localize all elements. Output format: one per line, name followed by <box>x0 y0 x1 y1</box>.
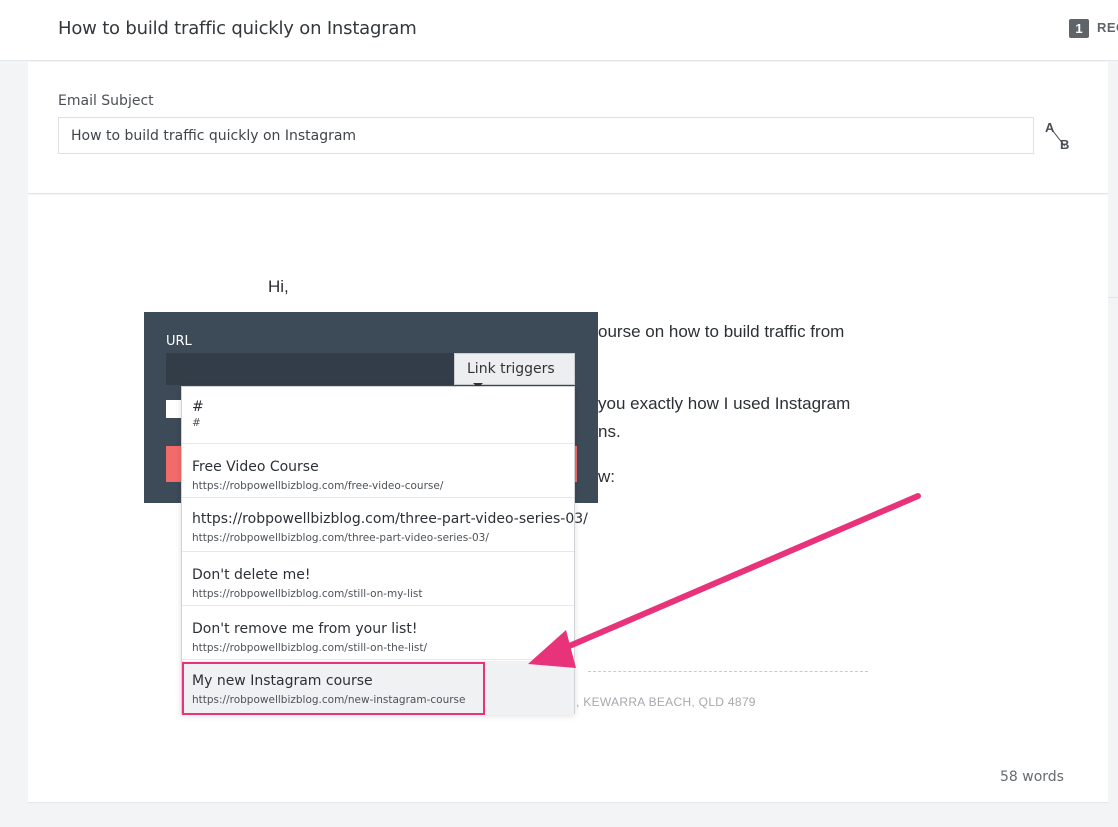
url-input[interactable] <box>166 353 454 385</box>
link-option[interactable]: Don't delete me! https://robpowellbizblo… <box>182 555 574 609</box>
ab-test-icon[interactable]: A B <box>1042 120 1076 154</box>
footer-address: , KEWARRA BEACH, QLD 4879 <box>576 695 756 709</box>
remove-link-button[interactable] <box>166 446 182 482</box>
link-triggers-label: Link triggers <box>467 361 555 377</box>
subject-input[interactable]: How to build traffic quickly on Instagra… <box>58 117 1034 154</box>
dropdown-divider <box>182 443 574 444</box>
email-title: How to build traffic quickly on Instagra… <box>58 18 417 39</box>
email-line-3[interactable]: w: <box>598 463 615 491</box>
link-option-url: https://robpowellbizblog.com/still-on-my… <box>192 588 423 600</box>
footer-divider <box>588 671 868 672</box>
link-triggers-button[interactable]: Link triggers <box>454 353 575 388</box>
link-option-name: Don't delete me! <box>192 567 311 583</box>
dropdown-divider <box>182 497 574 498</box>
link-option[interactable]: https://robpowellbizblog.com/three-part-… <box>182 499 588 553</box>
link-option-name: Don't remove me from your list! <box>192 621 418 637</box>
ab-test-b: B <box>1060 137 1070 152</box>
link-option[interactable]: Free Video Course https://robpowellbizbl… <box>182 447 574 501</box>
link-option[interactable]: Don't remove me from your list! https://… <box>182 609 574 663</box>
link-option-name: # <box>192 399 204 415</box>
dropdown-divider <box>182 605 574 606</box>
top-bar: How to build traffic quickly on Instagra… <box>0 0 1118 61</box>
link-option-url: https://robpowellbizblog.com/three-part-… <box>192 532 489 544</box>
subject-label: Email Subject <box>58 93 154 109</box>
subject-card: Email Subject How to build traffic quick… <box>28 62 1108 194</box>
link-option-url: https://robpowellbizblog.com/still-on-th… <box>192 642 428 654</box>
email-line-2a[interactable]: you exactly how I used Instagram <box>598 390 850 418</box>
url-label: URL <box>166 334 192 349</box>
recipient-label[interactable]: REC <box>1097 20 1118 35</box>
email-greeting[interactable]: Hi, <box>268 273 289 301</box>
link-option-name: Free Video Course <box>192 459 319 475</box>
word-count: 58 words <box>1000 769 1064 785</box>
dropdown-divider <box>182 659 574 660</box>
link-option-url: https://robpowellbizblog.com/free-video-… <box>192 480 444 492</box>
annotation-highlight-box <box>182 662 485 715</box>
email-line-2b[interactable]: ns. <box>598 418 621 446</box>
link-option[interactable]: # # <box>182 387 574 441</box>
dropdown-divider <box>182 551 574 552</box>
email-line-1[interactable]: ourse on how to build traffic from <box>598 318 844 346</box>
new-window-checkbox[interactable] <box>166 400 182 418</box>
divider <box>1108 297 1118 298</box>
link-option-name: https://robpowellbizblog.com/three-part-… <box>192 511 588 527</box>
link-option-url: # <box>192 417 201 429</box>
recipient-count-badge[interactable]: 1 <box>1069 19 1089 38</box>
